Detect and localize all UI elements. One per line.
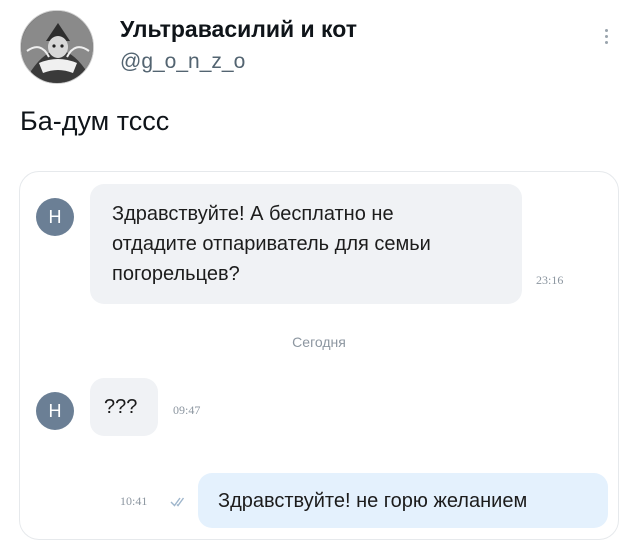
outgoing-message-bubble[interactable]: Здравствуйте! не горю желанием — [198, 473, 608, 528]
incoming-message-bubble[interactable]: ??? — [90, 378, 158, 436]
contact-avatar: Н — [36, 198, 74, 236]
profile-avatar[interactable] — [20, 10, 94, 84]
user-handle[interactable]: @g_o_n_z_o — [120, 50, 245, 74]
message-line: ??? — [104, 396, 138, 418]
message-time: 09:47 — [173, 403, 201, 417]
double-check-icon — [170, 497, 185, 507]
date-separator: Сегодня — [292, 334, 346, 350]
message-line: Здравствуйте! А бесплатно не — [112, 203, 394, 225]
contact-avatar: Н — [36, 392, 74, 430]
incoming-message-bubble[interactable]: Здравствуйте! А бесплатно не отдадите от… — [90, 184, 522, 304]
display-name[interactable]: Ультравасилий и кот — [120, 16, 357, 43]
tweet-header: Ультравасилий и кот @g_o_n_z_o — [20, 10, 620, 90]
chat-screenshot-card[interactable]: Н Здравствуйте! А бесплатно не отдадите … — [19, 171, 619, 540]
message-line: отдадите отпариватель для семьи — [112, 233, 431, 255]
tweet-text: Ба-дум тссс — [20, 106, 170, 136]
avatar-illustration — [21, 11, 93, 83]
message-time: 10:41 — [120, 494, 148, 508]
message-line: Здравствуйте! не горю желанием — [218, 490, 528, 512]
message-time: 23:16 — [536, 273, 564, 287]
more-vertical-icon[interactable] — [598, 26, 614, 56]
message-line: погорельцев? — [112, 263, 240, 285]
